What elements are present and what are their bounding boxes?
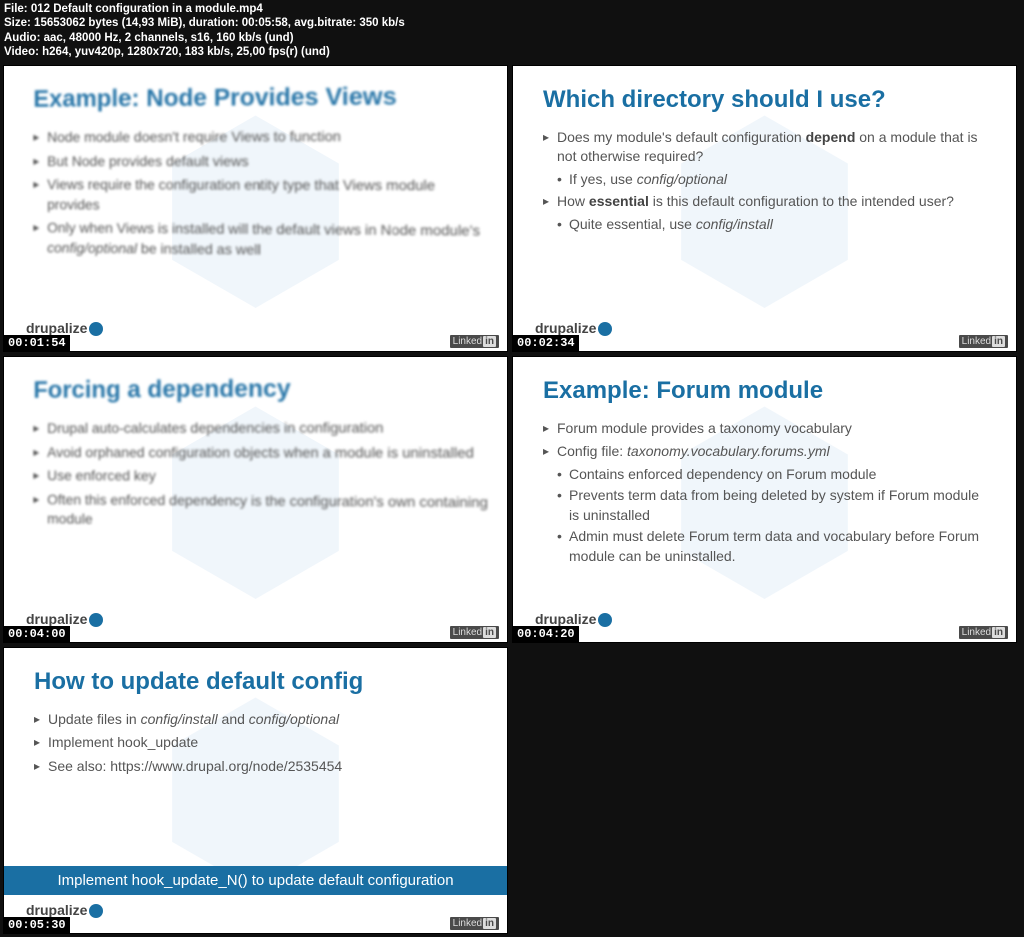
slide-content: Which directory should I use? Does my mod… — [513, 66, 1016, 236]
slide-title: Forcing a dependency — [33, 373, 490, 404]
slide-bullets: Does my module's default configuration d… — [543, 126, 986, 236]
bullet-item: Node module doesn't require Views to fun… — [33, 124, 490, 150]
bullet-item: Use enforced key — [33, 464, 490, 490]
bullet-item: Forum module provides a taxonomy vocabul… — [543, 417, 986, 441]
bullet-item: Prevents term data from being deleted by… — [543, 485, 986, 526]
brand-dot-icon — [598, 322, 612, 336]
bullet-item: Views require the configuration entity t… — [33, 173, 490, 219]
bullet-item: See also: https://www.drupal.org/node/25… — [34, 755, 477, 779]
meta-audio-label: Audio: — [4, 32, 40, 44]
video-thumbnail[interactable]: ⬢Example: Node Provides ViewsNode module… — [4, 66, 507, 351]
brand-dot-icon — [89, 904, 103, 918]
meta-video-value: h264, yuv420p, 1280x720, 183 kb/s, 25,00… — [42, 46, 330, 58]
video-thumbnail[interactable]: ⬢Example: Forum moduleForum module provi… — [513, 357, 1016, 642]
slide-bullets: Update files in config/install and confi… — [34, 708, 477, 779]
bullet-item: Avoid orphaned configuration objects whe… — [33, 440, 490, 465]
slide-title: Example: Forum module — [543, 377, 986, 405]
meta-size-value: 15653062 bytes (14,93 MiB), duration: 00… — [34, 17, 405, 29]
bullet-item: Contains enforced dependency on Forum mo… — [543, 464, 986, 486]
timestamp-label: 00:04:00 — [4, 626, 70, 642]
bullet-item: Only when Views is installed will the de… — [33, 216, 490, 264]
video-thumbnail[interactable]: ⬢Which directory should I use?Does my mo… — [513, 66, 1016, 351]
linkedin-badge: Linkedin — [450, 626, 499, 639]
slide-content: Example: Forum module Forum module provid… — [513, 357, 1016, 568]
linkedin-badge: Linkedin — [450, 335, 499, 348]
meta-audio-value: aac, 48000 Hz, 2 channels, s16, 160 kb/s… — [44, 32, 294, 44]
bullet-item: Does my module's default configuration d… — [543, 126, 986, 169]
meta-video-label: Video: — [4, 46, 39, 58]
bullet-item: But Node provides default views — [33, 148, 490, 173]
brand-dot-icon — [598, 613, 612, 627]
brand-dot-icon — [89, 322, 103, 336]
bullet-item: Quite essential, use config/install — [543, 214, 986, 236]
thumbnail-grid: ⬢Example: Node Provides ViewsNode module… — [0, 62, 1024, 937]
bullet-item: Config file: taxonomy.vocabulary.forums.… — [543, 440, 986, 464]
video-thumbnail[interactable]: ⬢How to update default configUpdate file… — [4, 648, 507, 933]
timestamp-label: 00:05:30 — [4, 917, 70, 933]
slide-title: How to update default config — [34, 668, 477, 696]
meta-file-name: 012 Default configuration in a module.mp… — [31, 3, 263, 15]
slide-title: Example: Node Provides Views — [33, 81, 490, 113]
slide-bullets: Forum module provides a taxonomy vocabul… — [543, 417, 986, 568]
slide-bullets: Node module doesn't require Views to fun… — [33, 124, 490, 265]
bullet-item: Admin must delete Forum term data and vo… — [543, 526, 986, 567]
meta-size-label: Size: — [4, 17, 31, 29]
file-metadata: File: 012 Default configuration in a mod… — [0, 0, 1024, 62]
slide-title: Which directory should I use? — [543, 86, 986, 114]
bullet-item: If yes, use config/optional — [543, 169, 986, 191]
slide-content: Forcing a dependency Drupal auto-calculat… — [4, 357, 507, 536]
bullet-item: Update files in config/install and confi… — [34, 708, 477, 732]
slide-bullets: Drupal auto-calculates dependencies in c… — [33, 415, 490, 535]
linkedin-badge: Linkedin — [450, 917, 499, 930]
timestamp-label: 00:01:54 — [4, 335, 70, 351]
bullet-item: Drupal auto-calculates dependencies in c… — [33, 415, 490, 440]
video-thumbnail[interactable]: ⬢Forcing a dependencyDrupal auto-calcula… — [4, 357, 507, 642]
timestamp-label: 00:02:34 — [513, 335, 579, 351]
slide-caption: Implement hook_update_N() to update defa… — [4, 866, 507, 895]
bullet-item: How essential is this default configurat… — [543, 190, 986, 214]
bullet-item: Implement hook_update — [34, 731, 477, 755]
slide-content: How to update default config Update files… — [4, 648, 507, 779]
meta-file-label: File: — [4, 3, 28, 15]
brand-dot-icon — [89, 613, 103, 627]
linkedin-badge: Linkedin — [959, 626, 1008, 639]
linkedin-badge: Linkedin — [959, 335, 1008, 348]
timestamp-label: 00:04:20 — [513, 626, 579, 642]
slide-content: Example: Node Provides Views Node module … — [4, 66, 507, 265]
bullet-item: Often this enforced dependency is the co… — [33, 487, 490, 535]
